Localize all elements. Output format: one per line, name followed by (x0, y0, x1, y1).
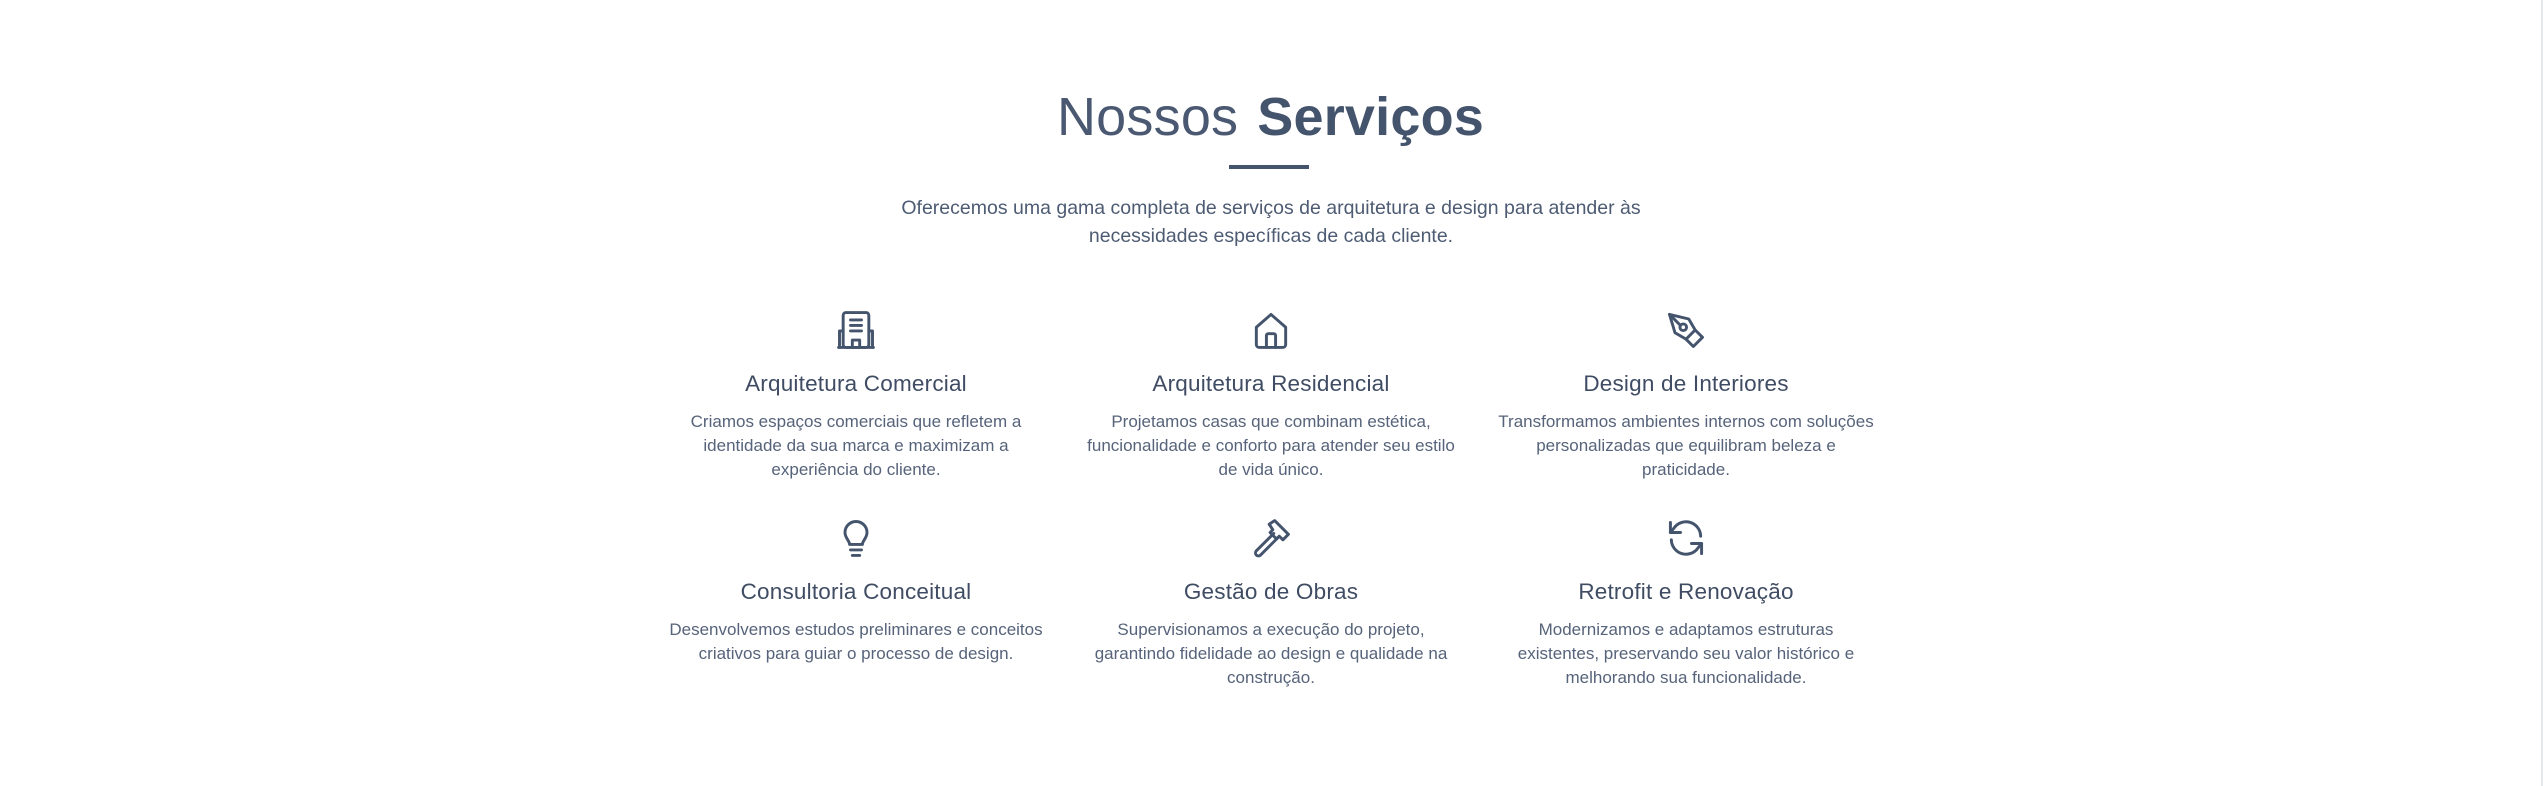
service-description: Modernizamos e adaptamos estruturas exis… (1517, 620, 1855, 687)
service-title: Consultoria Conceitual (740, 579, 972, 604)
refresh-icon (1664, 516, 1708, 560)
building-icon (834, 308, 878, 352)
service-description: Desenvolvemos estudos preliminares e con… (669, 620, 1043, 663)
section-title-bold: Serviços (1257, 87, 1484, 147)
service-title: Arquitetura Residencial (1152, 371, 1390, 396)
service-description: Projetamos casas que combinam estética, … (1087, 412, 1455, 479)
section-title: Nossos Serviços (0, 84, 2541, 150)
service-description: Supervisionamos a execução do projeto, g… (1094, 620, 1448, 687)
hammer-icon (1249, 516, 1293, 560)
title-divider (1229, 165, 1309, 169)
service-description: Transformamos ambientes internos com sol… (1498, 412, 1874, 479)
service-title: Gestão de Obras (1183, 579, 1359, 604)
service-title: Arquitetura Comercial (745, 371, 967, 396)
service-title: Retrofit e Renovação (1578, 579, 1794, 604)
services-section: Nossos Serviços Oferecemos uma gama comp… (0, 0, 2541, 786)
section-subtitle: Oferecemos uma gama completa de serviços… (901, 197, 1641, 247)
service-title: Design de Interiores (1583, 371, 1789, 396)
pen-tool-icon (1664, 308, 1708, 352)
lightbulb-icon (834, 516, 878, 560)
section-title-light: Nossos (1056, 87, 1239, 147)
home-icon (1249, 308, 1293, 352)
service-description: Criamos espaços comerciais que refletem … (690, 412, 1022, 479)
